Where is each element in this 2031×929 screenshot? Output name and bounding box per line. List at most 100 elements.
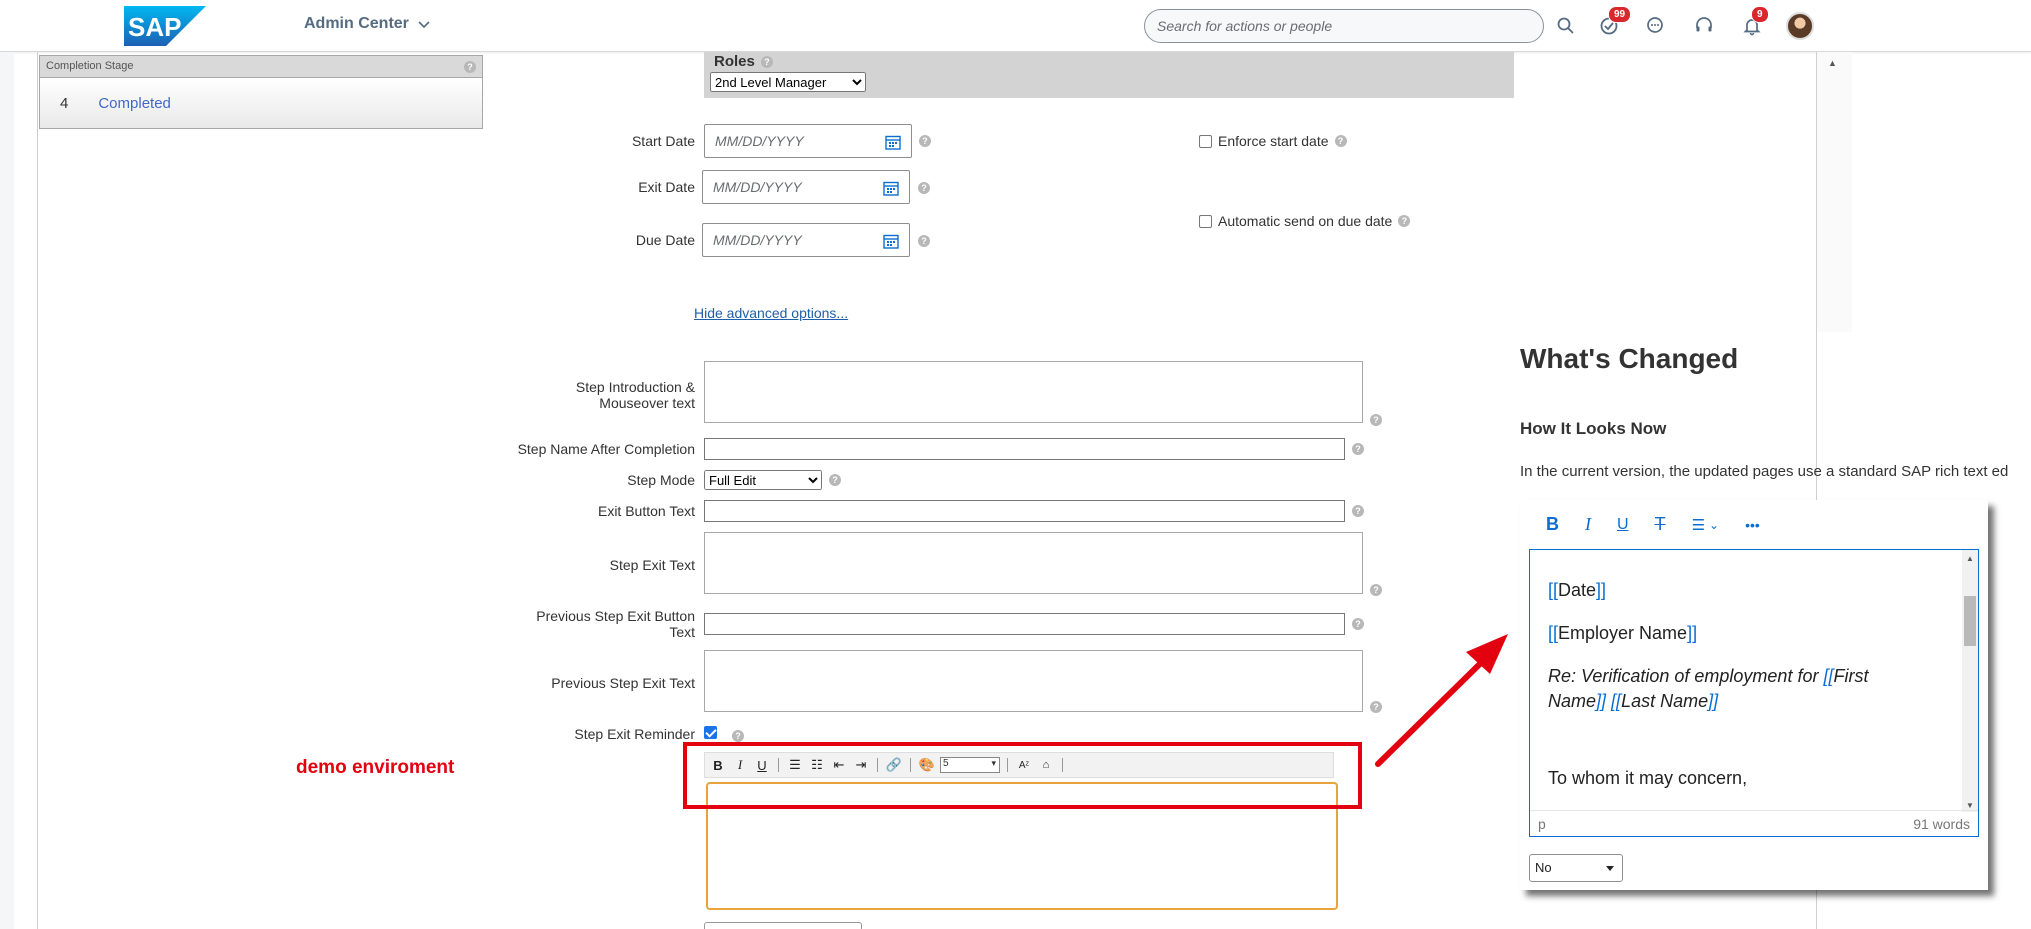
auto-send-option[interactable]: Automatic send on due date ? bbox=[1199, 213, 1411, 229]
exit-date-input[interactable]: MM/DD/YYYY bbox=[702, 170, 910, 204]
preview-select[interactable]: No bbox=[1529, 854, 1623, 882]
admin-center-menu[interactable]: Admin Center bbox=[304, 15, 431, 33]
enforce-start-date-checkbox[interactable] bbox=[1199, 134, 1212, 148]
help-icon[interactable]: ? bbox=[1352, 618, 1364, 630]
scroll-up-icon[interactable]: ▲ bbox=[1966, 554, 1974, 563]
search-input[interactable] bbox=[1144, 9, 1544, 43]
roles-title: Roles bbox=[714, 53, 755, 70]
page-left-margin bbox=[0, 52, 14, 929]
prev-step-exit-textarea[interactable] bbox=[704, 650, 1363, 712]
help-icon[interactable]: ? bbox=[918, 182, 930, 194]
new-editor-preview: B I U T ☰ ⌄ ••• [[Date]] [[Employer Name]… bbox=[1520, 500, 1988, 890]
chevron-down-icon: ⌄ bbox=[1709, 517, 1720, 532]
demo-environment-label: demo enviroment bbox=[296, 757, 455, 778]
prev-step-exit-button-label-line1: Previous Step Exit Button bbox=[536, 608, 695, 624]
exit-date-placeholder: MM/DD/YYYY bbox=[713, 179, 802, 195]
help-icon[interactable]: ? bbox=[1398, 215, 1411, 227]
due-date-input[interactable]: MM/DD/YYYY bbox=[702, 223, 910, 257]
help-icon[interactable]: ? bbox=[1334, 135, 1347, 147]
svg-text:SAP: SAP bbox=[128, 12, 181, 42]
auto-send-checkbox[interactable] bbox=[1199, 214, 1212, 228]
prev-step-exit-button-label: Previous Step Exit Button Text bbox=[470, 608, 695, 640]
help-icon[interactable]: ? bbox=[1352, 505, 1364, 517]
help-icon[interactable]: ? bbox=[829, 474, 841, 486]
scroll-thumb[interactable] bbox=[1964, 596, 1976, 646]
prev-step-exit-button-input[interactable] bbox=[704, 613, 1345, 635]
due-date-label: Due Date bbox=[635, 232, 695, 248]
calendar-icon[interactable] bbox=[885, 134, 901, 150]
search-button[interactable] bbox=[1553, 13, 1579, 39]
sap-logo[interactable]: SAP bbox=[124, 6, 206, 46]
step-mode-label: Step Mode bbox=[627, 472, 695, 488]
help-icon[interactable]: ? bbox=[919, 135, 931, 147]
help-icon[interactable]: ? bbox=[732, 730, 744, 742]
stage-link-completed[interactable]: Completed bbox=[98, 95, 171, 112]
notifications-button[interactable]: 9 bbox=[1739, 6, 1769, 39]
date-token: Date bbox=[1558, 580, 1597, 600]
bold-icon[interactable]: B bbox=[1546, 514, 1559, 535]
calendar-icon[interactable] bbox=[883, 233, 899, 249]
strikethrough-icon[interactable]: T bbox=[1655, 514, 1666, 535]
step-intro-textarea[interactable] bbox=[704, 361, 1363, 423]
editor-content[interactable]: [[Date]] [[Employer Name]] Re: Verificat… bbox=[1548, 578, 1948, 809]
roles-section: Roles? 2nd Level Manager bbox=[704, 52, 1514, 98]
editor-line: To whom it may concern, bbox=[1548, 768, 1748, 788]
app-title-label: Admin Center bbox=[304, 15, 409, 32]
step-exit-reminder-label: Step Exit Reminder bbox=[574, 726, 695, 742]
avatar[interactable] bbox=[1786, 12, 1814, 40]
enforce-start-date-label: Enforce start date bbox=[1218, 133, 1329, 149]
help-icon[interactable]: ? bbox=[1352, 443, 1364, 455]
chat-button[interactable] bbox=[1642, 13, 1668, 39]
notifications-badge: 9 bbox=[1751, 6, 1769, 23]
enforce-start-date-option[interactable]: Enforce start date ? bbox=[1199, 133, 1347, 149]
scroll-down-icon[interactable]: ▼ bbox=[1966, 801, 1974, 810]
first-name-token: First bbox=[1833, 666, 1869, 686]
rich-text-editor[interactable]: [[Date]] [[Employer Name]] Re: Verificat… bbox=[1529, 549, 1979, 837]
editor-scrollbar[interactable]: ▲ ▼ bbox=[1962, 550, 1978, 812]
roles-select[interactable]: 2nd Level Manager bbox=[710, 72, 866, 92]
whats-changed-title: What's Changed bbox=[1520, 343, 1739, 374]
exit-date-label: Exit Date bbox=[638, 179, 695, 195]
todo-button[interactable]: 99 bbox=[1596, 6, 1632, 39]
step-exit-text-label: Step Exit Text bbox=[609, 557, 695, 573]
step-exit-textarea[interactable] bbox=[704, 532, 1363, 594]
help-icon[interactable]: ? bbox=[760, 55, 773, 68]
calendar-icon[interactable] bbox=[883, 180, 899, 196]
step-mode-select[interactable]: Full Edit bbox=[704, 470, 822, 490]
due-date-placeholder: MM/DD/YYYY bbox=[713, 232, 802, 248]
exit-button-text-input[interactable] bbox=[704, 500, 1345, 522]
help-icon[interactable]: ? bbox=[1370, 414, 1382, 426]
start-date-label: Start Date bbox=[631, 133, 695, 149]
chat-icon bbox=[1647, 17, 1663, 33]
start-date-input[interactable]: MM/DD/YYYY bbox=[704, 124, 912, 158]
more-icon[interactable]: ••• bbox=[1745, 517, 1760, 533]
step-name-after-input[interactable] bbox=[704, 438, 1345, 460]
start-date-placeholder: MM/DD/YYYY bbox=[715, 133, 804, 149]
align-menu[interactable]: ☰ ⌄ bbox=[1692, 516, 1720, 534]
completion-stage-title: Completion Stage bbox=[46, 60, 134, 72]
editor-line: [[Date]] bbox=[1548, 580, 1607, 600]
help-icon[interactable]: ? bbox=[918, 235, 930, 247]
support-button[interactable] bbox=[1691, 13, 1717, 39]
step-exit-reminder-checkbox[interactable] bbox=[704, 726, 717, 739]
hide-advanced-options-link[interactable]: Hide advanced options... bbox=[694, 305, 848, 321]
how-it-looks-subtitle: How It Looks Now bbox=[1520, 419, 1667, 438]
editor-line: [[Employer Name]] bbox=[1548, 623, 1698, 643]
help-icon[interactable]: ? bbox=[464, 61, 476, 73]
chevron-down-icon bbox=[418, 21, 430, 29]
editor-status-bar: p 91 words bbox=[1530, 810, 1978, 836]
red-arrow-icon bbox=[1375, 634, 1508, 767]
italic-icon[interactable]: I bbox=[1585, 514, 1591, 535]
scroll-up-icon[interactable]: ▲ bbox=[1828, 58, 1837, 68]
whats-changed-description: In the current version, the updated page… bbox=[1520, 463, 2009, 480]
step-intro-label-line1: Step Introduction & bbox=[575, 379, 695, 395]
help-icon[interactable]: ? bbox=[1370, 584, 1382, 596]
partial-select[interactable] bbox=[704, 922, 862, 929]
last-name-token: Last Name bbox=[1621, 691, 1709, 711]
completion-stage-panel: Completion Stage ? 4 Completed bbox=[39, 55, 483, 129]
employer-token: Employer Name bbox=[1558, 623, 1688, 643]
stage-item[interactable]: 4 Completed bbox=[40, 78, 482, 128]
search-icon bbox=[1557, 17, 1574, 34]
page-scrollbar[interactable]: ▲ bbox=[1816, 52, 1852, 332]
underline-icon[interactable]: U bbox=[1617, 516, 1629, 534]
